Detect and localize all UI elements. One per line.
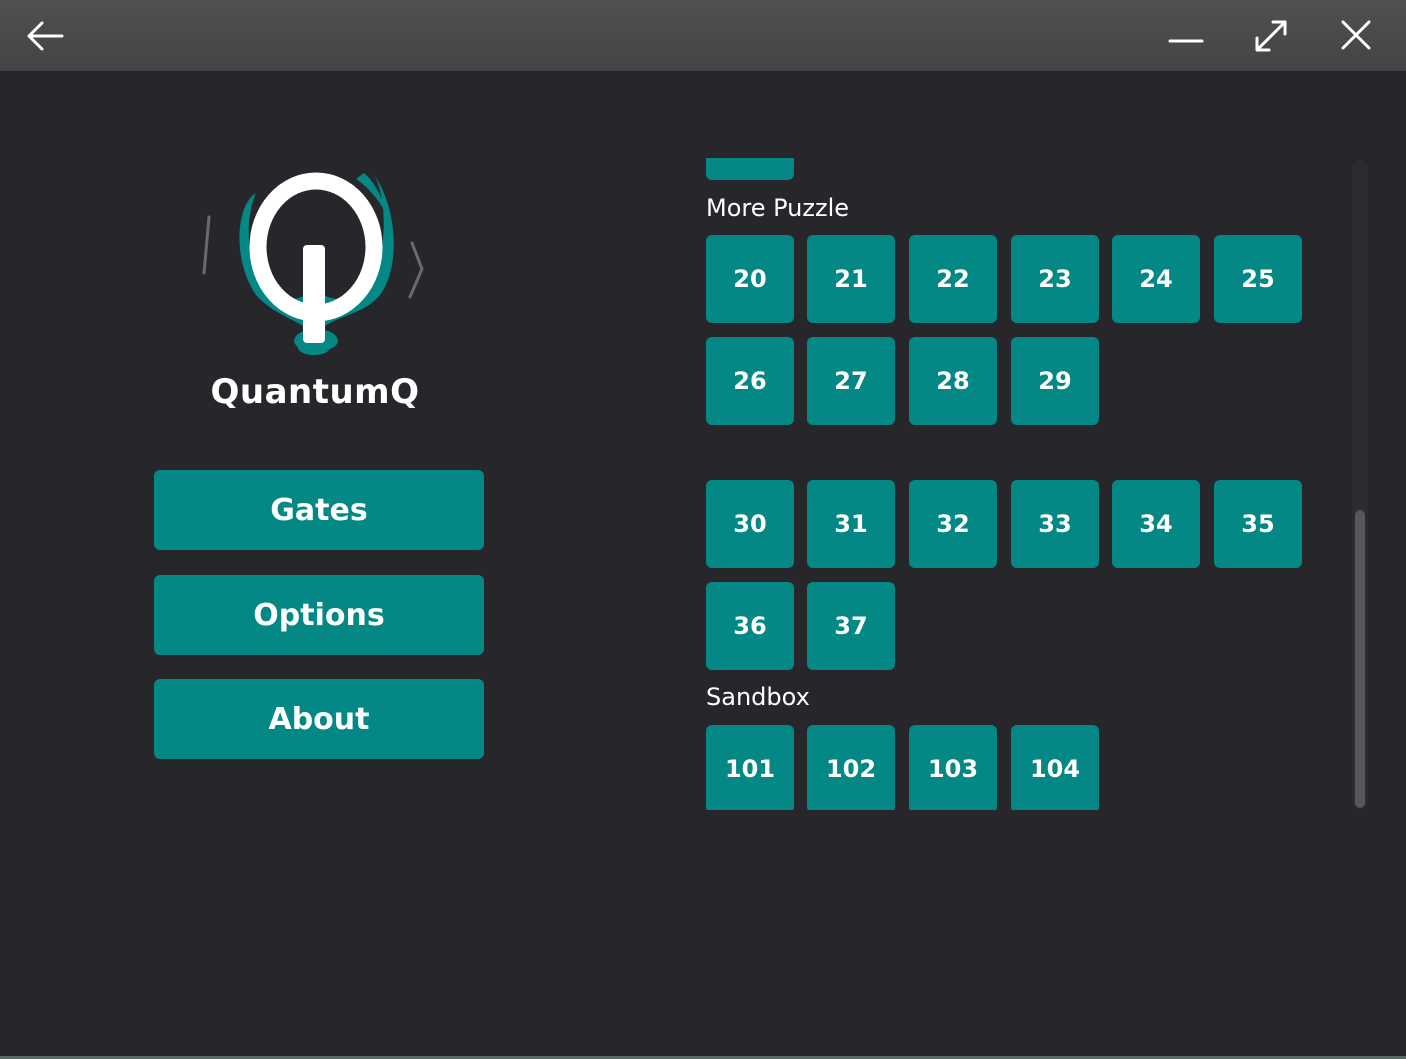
scrollbar-thumb[interactable]: [1355, 510, 1365, 808]
level-button[interactable]: 34: [1112, 480, 1200, 568]
level-button[interactable]: 104: [1011, 725, 1099, 810]
level-button[interactable]: 32: [909, 480, 997, 568]
level-button[interactable]: 31: [807, 480, 895, 568]
title-bar: [0, 0, 1406, 71]
level-button[interactable]: 21: [807, 235, 895, 323]
level-button[interactable]: 30: [706, 480, 794, 568]
level-button[interactable]: 29: [1011, 337, 1099, 425]
level-button[interactable]: 20: [706, 235, 794, 323]
quantumq-logo: [196, 165, 436, 369]
level-button[interactable]: 26: [706, 337, 794, 425]
level-button[interactable]: 33: [1011, 480, 1099, 568]
level-list: More Puzzle 20 21 22 23 24 25 26 27 28 2…: [706, 158, 1346, 810]
level-button[interactable]: 28: [909, 337, 997, 425]
maximize-icon: [1255, 20, 1287, 52]
level-button[interactable]: 24: [1112, 235, 1200, 323]
gates-button[interactable]: Gates: [154, 470, 484, 550]
level-button-partial[interactable]: [706, 158, 794, 180]
level-button[interactable]: 36: [706, 582, 794, 670]
close-button[interactable]: [1331, 10, 1381, 60]
about-button[interactable]: About: [154, 679, 484, 759]
level-button[interactable]: 25: [1214, 235, 1302, 323]
options-button[interactable]: Options: [154, 575, 484, 655]
level-button[interactable]: 35: [1214, 480, 1302, 568]
section-label-more-puzzle: More Puzzle: [706, 194, 850, 222]
level-button[interactable]: 102: [807, 725, 895, 810]
level-button[interactable]: 27: [807, 337, 895, 425]
level-button[interactable]: 101: [706, 725, 794, 810]
back-button[interactable]: [20, 10, 70, 60]
level-button[interactable]: 37: [807, 582, 895, 670]
level-button[interactable]: 23: [1011, 235, 1099, 323]
section-label-sandbox: Sandbox: [706, 683, 810, 711]
minimize-button[interactable]: [1161, 10, 1211, 60]
app-window: QuantumQ Gates Options About More Puzzle…: [0, 0, 1406, 1059]
maximize-button[interactable]: [1246, 10, 1296, 60]
level-button[interactable]: 103: [909, 725, 997, 810]
close-icon: [1341, 20, 1371, 50]
level-button[interactable]: 22: [909, 235, 997, 323]
minimize-icon: [1168, 39, 1204, 43]
arrow-left-icon: [27, 21, 64, 51]
app-title: QuantumQ: [210, 372, 420, 412]
